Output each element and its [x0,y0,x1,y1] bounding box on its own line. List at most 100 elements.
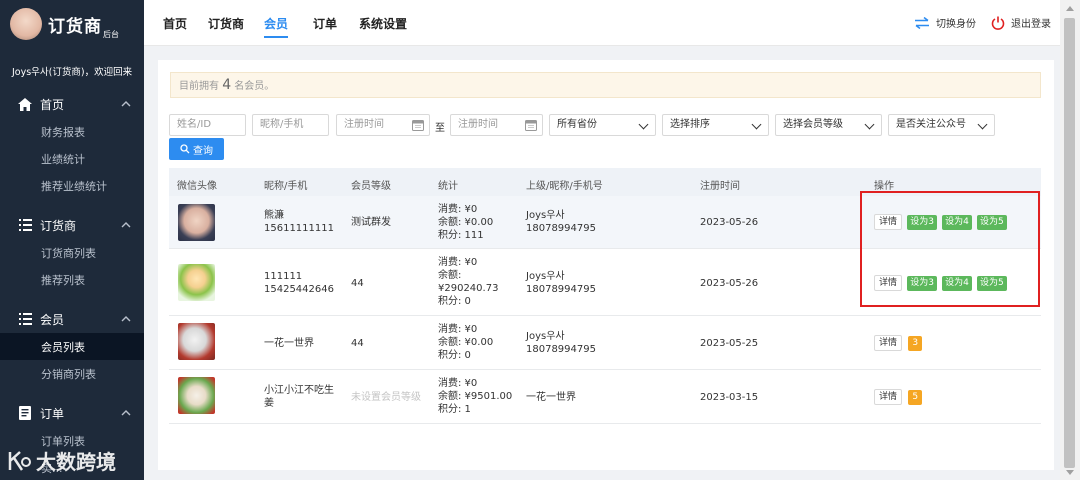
parent-cell: Joys우사 18078994795 [526,209,596,235]
province-select[interactable]: 所有省份 [549,114,656,136]
query-button-label: 查询 [193,145,213,157]
scroll-up-arrow-icon[interactable] [1066,6,1074,11]
logout-button[interactable]: 退出登录 [991,15,1051,30]
logout-label: 退出登录 [1011,19,1051,30]
search-icon [180,144,190,154]
watermark-logo-icon [8,450,31,471]
scrollbar-thumb[interactable] [1064,18,1075,468]
detail-button[interactable]: 详情 [874,389,903,405]
stat-spend: 消费: ¥0 [438,324,478,335]
scroll-down-arrow-icon[interactable] [1066,470,1074,475]
sidebar-item-member-list[interactable]: 会员列表 [0,333,144,360]
table-row: 一花一世界 44 消费: ¥0 余额: ¥0.00 积分: 0 Joys우사 1… [169,317,1041,370]
nav-head-label: 订货商 [40,218,77,233]
member-count-notice: 目前拥有 4 名会员。 [170,72,1041,98]
reg-end-placeholder: 注册时间 [458,119,498,130]
tab-supplier[interactable]: 订货商 [208,15,244,32]
sidebar-item-referral-list[interactable]: 推荐列表 [0,266,144,293]
stat-points: 积分: 0 [438,296,471,307]
reg-time: 2023-05-26 [700,217,759,228]
query-button[interactable]: 查询 [169,138,224,160]
tab-order[interactable]: 订单 [313,15,337,32]
nick-phone-cell: 111111 15425442646 [264,270,334,296]
stat-balance: 余额: ¥0.00 [438,337,494,348]
nav-head-supplier[interactable]: 订货商 [0,211,144,239]
province-select-value: 所有省份 [557,119,597,130]
parent-nick: Joys우사 [526,210,565,221]
watermark: 大数跨境 [6,446,116,475]
table-row: 小江小江不吃生姜 未设置会员等级 消费: ¥0 余额: ¥9501.00 积分:… [169,371,1041,424]
member-avatar[interactable] [178,204,215,241]
member-avatar[interactable] [178,323,215,360]
sidebar-item-performance[interactable]: 业绩统计 [0,145,144,172]
stats-cell: 消费: ¥0 余额: ¥9501.00 积分: 1 [438,377,512,416]
nav-head-label: 会员 [40,312,65,327]
stats-cell: 消费: ¥0 余额: ¥0.00 积分: 111 [438,203,493,242]
stats-cell: 消费: ¥0 余额: ¥290240.73 积分: 0 [438,256,498,308]
reg-end-date-input[interactable]: 注册时间 [450,114,543,136]
sidebar-item-referral-performance[interactable]: 推荐业绩统计 [0,172,144,199]
brand-subtitle: 后台 [103,30,119,39]
switch-identity-label: 切换身份 [936,19,976,30]
brand-logo[interactable]: 订货商 后台 [0,0,144,48]
nav-head-home[interactable]: 首页 [0,90,144,118]
stat-points: 积分: 1 [438,404,471,415]
sort-select[interactable]: 选择排序 [662,114,769,136]
name-id-input[interactable]: 姓名/ID [169,114,246,136]
member-avatar[interactable] [178,377,215,414]
reg-start-placeholder: 注册时间 [344,119,384,130]
stat-balance: 余额: ¥0.00 [438,217,494,228]
sidebar-item-supplier-list[interactable]: 订货商列表 [0,239,144,266]
tab-settings[interactable]: 系统设置 [359,15,407,32]
tab-home[interactable]: 首页 [163,15,187,32]
list-icon [18,218,32,232]
parent-phone: 18078994795 [526,223,596,234]
sort-select-value: 选择排序 [670,119,710,130]
follow-account-select-value: 是否关注公众号 [896,119,966,130]
nav-head-label: 订单 [40,406,65,421]
detail-button[interactable]: 详情 [874,335,903,351]
member-level-select[interactable]: 选择会员等级 [775,114,882,136]
stat-balance-label: 余额: [438,270,462,281]
col-header-actions: 操作 [874,181,894,192]
col-header-nick-phone: 昵称/手机 [264,181,308,192]
chevron-up-icon [121,316,131,322]
nav-head-order[interactable]: 订单 [0,399,144,427]
nav-head-label: 首页 [40,97,65,112]
member-nick: 小江小江不吃生姜 [264,385,334,409]
chevron-down-icon [638,119,649,130]
stat-points: 积分: 111 [438,230,484,241]
reg-start-date-input[interactable]: 注册时间 [336,114,430,136]
chevron-up-icon [121,410,131,416]
member-level: 44 [351,278,364,289]
home-icon [18,97,32,111]
watermark-text: 大数跨境 [36,450,116,474]
col-header-level: 会员等级 [351,181,391,192]
stat-balance: 余额: ¥9501.00 [438,391,513,402]
member-phone: 15611111111 [264,223,334,234]
member-nick: 熊濂 [264,210,284,221]
nav-group-home: 首页 财务报表 业绩统计 推荐业绩统计 [0,90,144,199]
member-level: 未设置会员等级 [351,392,421,403]
member-level: 44 [351,338,364,349]
stats-cell: 消费: ¥0 余额: ¥0.00 积分: 0 [438,323,493,362]
switch-identity-button[interactable]: 切换身份 [914,15,976,30]
actions-cell: 详情 5 [874,389,923,405]
member-avatar[interactable] [178,264,215,301]
document-icon [18,406,32,420]
sidebar-item-finance-report[interactable]: 财务报表 [0,118,144,145]
chevron-down-icon [864,119,875,130]
actions-cell: 详情 3 [874,335,923,351]
nav-head-member[interactable]: 会员 [0,305,144,333]
tab-member[interactable]: 会员 [264,15,288,32]
sidebar-item-distributor-list[interactable]: 分销商列表 [0,360,144,387]
parent-nick: Joys우사 [526,271,565,282]
brand-title: 订货商 [48,16,102,37]
stat-spend: 消费: ¥0 [438,204,478,215]
nick-phone-cell: 熊濂 15611111111 [264,209,334,235]
nick-phone-input[interactable]: 昵称/手机 [252,114,329,136]
stat-spend: 消费: ¥0 [438,257,478,268]
follow-account-select[interactable]: 是否关注公众号 [888,114,995,136]
brand-avatar [10,8,42,40]
notice-suffix: 名会员。 [234,81,275,92]
